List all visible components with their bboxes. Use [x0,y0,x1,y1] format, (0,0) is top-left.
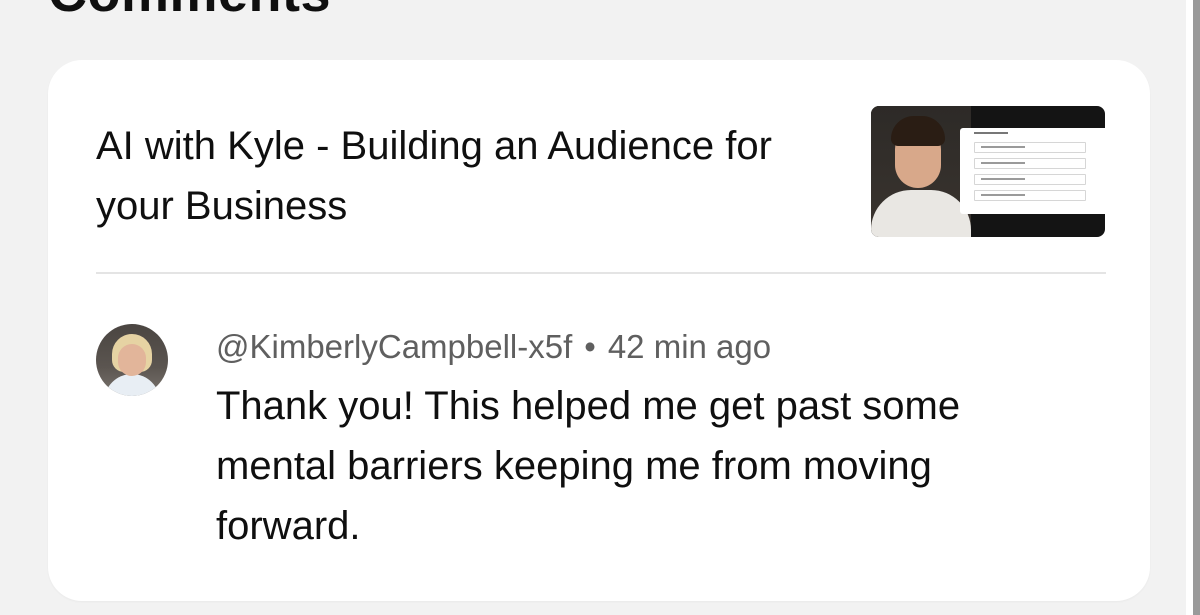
comment-time: 42 min ago [607,328,772,365]
comment-item: @KimberlyCampbell-x5f • 42 min ago Thank y… [96,324,1106,564]
presenter-image [871,106,971,237]
avatar[interactable] [96,324,168,396]
video-link[interactable]: AI with Kyle - Building an Audience for … [96,106,1106,240]
meta-separator: • [584,328,596,365]
comment-author[interactable]: @KimberlyCampbell-x5f [216,328,572,365]
comment-card: AI with Kyle - Building an Audience for … [48,60,1150,601]
divider [96,272,1106,274]
comments-heading: Comments [48,0,331,20]
slide-preview [960,128,1105,214]
video-thumbnail[interactable] [871,106,1105,237]
scrollbar[interactable] [1186,0,1200,615]
comment-meta: @KimberlyCampbell-x5f • 42 min ago [216,324,771,370]
comment-text: Thank you! This helped me get past some … [216,384,961,548]
video-title[interactable]: AI with Kyle - Building an Audience for … [96,116,856,236]
